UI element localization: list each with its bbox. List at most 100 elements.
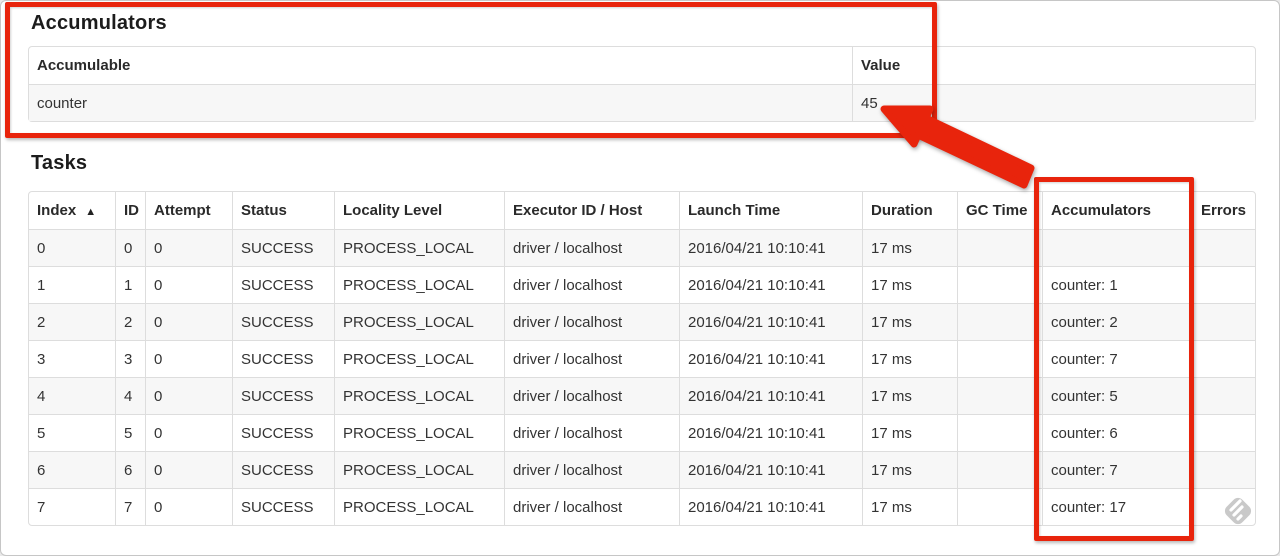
cell-status: SUCCESS: [232, 451, 334, 488]
cell-accumulators: counter: 6: [1042, 414, 1192, 451]
cell-id: 2: [115, 303, 145, 340]
cell-errors: [1192, 303, 1255, 340]
cell-duration: 17 ms: [862, 266, 957, 303]
cell-index: 1: [29, 266, 115, 303]
cell-gc-time: [957, 488, 1042, 525]
cell-attempt: 0: [145, 377, 232, 414]
task-row: 2 2 0 SUCCESS PROCESS_LOCAL driver / loc…: [29, 303, 1255, 340]
cell-executor: driver / localhost: [504, 340, 679, 377]
cell-duration: 17 ms: [862, 229, 957, 266]
cell-duration: 17 ms: [862, 451, 957, 488]
cell-attempt: 0: [145, 266, 232, 303]
index-header-label: Index: [37, 202, 77, 219]
cell-attempt: 0: [145, 229, 232, 266]
cell-attempt: 0: [145, 451, 232, 488]
cell-locality: PROCESS_LOCAL: [334, 340, 504, 377]
cell-errors: [1192, 414, 1255, 451]
cell-duration: 17 ms: [862, 488, 957, 525]
accumulator-row: counter 45: [29, 84, 1255, 121]
cell-locality: PROCESS_LOCAL: [334, 377, 504, 414]
cell-id: 0: [115, 229, 145, 266]
cell-launch-time: 2016/04/21 10:10:41: [679, 266, 862, 303]
spark-stage-page: Accumulators Accumulable Value counter 4…: [0, 0, 1280, 556]
cell-gc-time: [957, 229, 1042, 266]
column-header-errors[interactable]: Errors: [1192, 192, 1255, 229]
cell-errors: [1192, 266, 1255, 303]
cell-status: SUCCESS: [232, 303, 334, 340]
tasks-section-heading: Tasks: [31, 152, 88, 174]
cell-launch-time: 2016/04/21 10:10:41: [679, 340, 862, 377]
cell-index: 2: [29, 303, 115, 340]
accumulable-value-cell: 45: [852, 84, 1255, 121]
skitch-watermark-icon: [1224, 497, 1252, 525]
cell-index: 6: [29, 451, 115, 488]
cell-executor: driver / localhost: [504, 451, 679, 488]
cell-locality: PROCESS_LOCAL: [334, 414, 504, 451]
cell-accumulators: counter: 17: [1042, 488, 1192, 525]
cell-locality: PROCESS_LOCAL: [334, 488, 504, 525]
column-header-executor-id-host[interactable]: Executor ID / Host: [504, 192, 679, 229]
cell-locality: PROCESS_LOCAL: [334, 303, 504, 340]
column-header-id[interactable]: ID: [115, 192, 145, 229]
cell-duration: 17 ms: [862, 414, 957, 451]
cell-id: 1: [115, 266, 145, 303]
column-header-index[interactable]: Index ▲: [29, 192, 115, 229]
cell-id: 4: [115, 377, 145, 414]
cell-attempt: 0: [145, 303, 232, 340]
cell-launch-time: 2016/04/21 10:10:41: [679, 414, 862, 451]
tasks-table: Index ▲ ID Attempt Status Locality Level …: [28, 191, 1256, 526]
cell-id: 3: [115, 340, 145, 377]
cell-errors: [1192, 229, 1255, 266]
cell-gc-time: [957, 266, 1042, 303]
sort-ascending-icon: ▲: [85, 206, 97, 218]
column-header-accumulators[interactable]: Accumulators: [1042, 192, 1192, 229]
cell-accumulators: counter: 7: [1042, 451, 1192, 488]
task-row: 5 5 0 SUCCESS PROCESS_LOCAL driver / loc…: [29, 414, 1255, 451]
cell-attempt: 0: [145, 414, 232, 451]
cell-executor: driver / localhost: [504, 303, 679, 340]
cell-gc-time: [957, 451, 1042, 488]
cell-errors: [1192, 377, 1255, 414]
column-header-duration[interactable]: Duration: [862, 192, 957, 229]
cell-gc-time: [957, 377, 1042, 414]
cell-attempt: 0: [145, 340, 232, 377]
column-header-attempt[interactable]: Attempt: [145, 192, 232, 229]
task-row: 7 7 0 SUCCESS PROCESS_LOCAL driver / loc…: [29, 488, 1255, 525]
cell-locality: PROCESS_LOCAL: [334, 266, 504, 303]
cell-accumulators: [1042, 229, 1192, 266]
cell-executor: driver / localhost: [504, 266, 679, 303]
cell-status: SUCCESS: [232, 488, 334, 525]
tasks-header-row: Index ▲ ID Attempt Status Locality Level …: [29, 192, 1255, 229]
column-header-gc-time[interactable]: GC Time: [957, 192, 1042, 229]
cell-gc-time: [957, 414, 1042, 451]
cell-status: SUCCESS: [232, 266, 334, 303]
cell-status: SUCCESS: [232, 414, 334, 451]
column-header-value: Value: [852, 47, 1255, 84]
cell-duration: 17 ms: [862, 340, 957, 377]
cell-index: 3: [29, 340, 115, 377]
cell-executor: driver / localhost: [504, 377, 679, 414]
column-header-locality-level[interactable]: Locality Level: [334, 192, 504, 229]
column-header-launch-time[interactable]: Launch Time: [679, 192, 862, 229]
task-row: 0 0 0 SUCCESS PROCESS_LOCAL driver / loc…: [29, 229, 1255, 266]
cell-duration: 17 ms: [862, 303, 957, 340]
column-header-status[interactable]: Status: [232, 192, 334, 229]
cell-duration: 17 ms: [862, 377, 957, 414]
cell-errors: [1192, 451, 1255, 488]
cell-locality: PROCESS_LOCAL: [334, 451, 504, 488]
cell-id: 7: [115, 488, 145, 525]
task-row: 4 4 0 SUCCESS PROCESS_LOCAL driver / loc…: [29, 377, 1255, 414]
cell-launch-time: 2016/04/21 10:10:41: [679, 377, 862, 414]
cell-id: 6: [115, 451, 145, 488]
cell-index: 4: [29, 377, 115, 414]
cell-accumulators: counter: 5: [1042, 377, 1192, 414]
cell-status: SUCCESS: [232, 229, 334, 266]
cell-gc-time: [957, 303, 1042, 340]
cell-id: 5: [115, 414, 145, 451]
cell-locality: PROCESS_LOCAL: [334, 229, 504, 266]
accumulators-table: Accumulable Value counter 45: [28, 46, 1256, 122]
cell-launch-time: 2016/04/21 10:10:41: [679, 229, 862, 266]
task-row: 1 1 0 SUCCESS PROCESS_LOCAL driver / loc…: [29, 266, 1255, 303]
cell-index: 5: [29, 414, 115, 451]
cell-launch-time: 2016/04/21 10:10:41: [679, 303, 862, 340]
